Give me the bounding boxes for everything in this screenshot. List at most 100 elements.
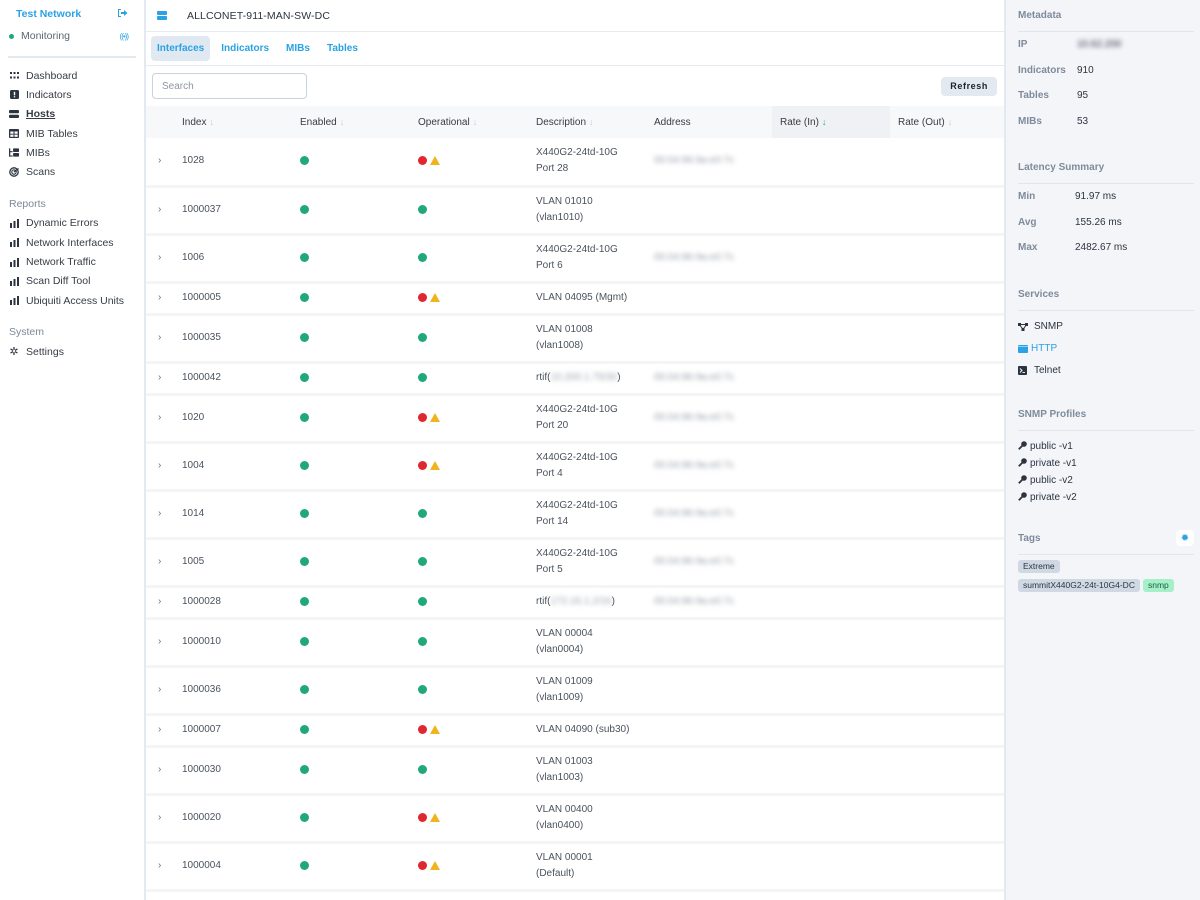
search-input[interactable] (152, 73, 307, 99)
operational-status-up-icon (418, 252, 427, 262)
table-row[interactable]: › 1000007 VLAN 04090 (sub30) (146, 714, 1004, 746)
expand-row-button[interactable]: › (146, 714, 182, 746)
expand-row-button[interactable]: › (146, 538, 182, 586)
host-header: ALLCONET-911-MAN-SW-DC (146, 0, 1004, 32)
sidebar-divider (8, 56, 136, 58)
cell-address: 00:04:96:9a:e0:7c (654, 538, 772, 586)
cell-description: VLAN 04090 (sub30) (536, 714, 654, 746)
expand-row-button[interactable]: › (146, 666, 182, 714)
service-telnet[interactable]: Telnet (1018, 360, 1194, 382)
description-text: X440G2-24td-10G Port 14 (536, 500, 618, 527)
sidebar-item-settings[interactable]: ✲ Settings (0, 342, 144, 361)
logout-icon[interactable] (117, 8, 128, 21)
table-row[interactable]: › 1020 X440G2-24td-10G Port 20 00:04:96:9a:… (146, 394, 1004, 442)
tag-snmp[interactable]: snmp (1142, 578, 1174, 592)
ip-value-redacted: 10.62.200 (1077, 39, 1122, 51)
expand-row-button[interactable]: › (146, 138, 182, 186)
tab-indicators[interactable]: Indicators (215, 36, 275, 61)
column-header-rate-out[interactable]: Rate (Out) ↓ (890, 106, 1004, 138)
table-row[interactable]: › 1014 X440G2-24td-10G Port 14 00:04:96:9a:… (146, 490, 1004, 538)
cell-description: VLAN 01009 (vlan1009) (536, 666, 654, 714)
enabled-status-up-icon (300, 556, 309, 566)
interfaces-table: Index ↓ Enabled ↓ Operational ↓ Description… (146, 106, 1004, 892)
table-row[interactable]: › 1000010 VLAN 00004 (vlan0004) (146, 618, 1004, 666)
sidebar-item-network-interfaces[interactable]: Network Interfaces (0, 233, 144, 252)
table-row[interactable]: › 1006 X440G2-24td-10G Port 6 00:04:96:9a:e… (146, 234, 1004, 282)
operational-status-down-icon (418, 724, 427, 734)
column-header-rate-in[interactable]: Rate (In) ↓ (772, 106, 890, 138)
column-header-index[interactable]: Index ↓ (182, 106, 300, 138)
column-header-operational[interactable]: Operational ↓ (418, 106, 536, 138)
service-snmp[interactable]: SNMP (1018, 316, 1194, 338)
chevron-right-icon: › (158, 596, 162, 607)
table-row[interactable]: › 1000005 VLAN 04095 (Mgmt) (146, 282, 1004, 314)
expand-row-button[interactable]: › (146, 186, 182, 234)
chevron-right-icon: › (158, 764, 162, 775)
expand-row-button[interactable]: › (146, 282, 182, 314)
table-row[interactable]: › 1000037 VLAN 01010 (vlan1010) (146, 186, 1004, 234)
table-row[interactable]: › 1000030 VLAN 01003 (vlan1003) (146, 746, 1004, 794)
expand-row-button[interactable]: › (146, 234, 182, 282)
cell-rate-out (890, 714, 1004, 746)
cell-rate-in (772, 394, 890, 442)
table-row[interactable]: › 1000020 VLAN 00400 (vlan0400) (146, 794, 1004, 842)
tab-interfaces[interactable]: Interfaces (151, 36, 211, 61)
enabled-status-up-icon (300, 860, 309, 870)
expand-row-button[interactable]: › (146, 490, 182, 538)
column-header-description[interactable]: Description ↓ (536, 106, 654, 138)
expand-row-button[interactable]: › (146, 586, 182, 618)
table-row[interactable]: › 1000036 VLAN 01009 (vlan1009) (146, 666, 1004, 714)
expand-row-button[interactable]: › (146, 618, 182, 666)
tag-model[interactable]: summitX440G2-24t-10G4-DC (1018, 578, 1140, 592)
sidebar-item-network-traffic[interactable]: Network Traffic (0, 252, 144, 271)
expand-row-button[interactable]: › (146, 746, 182, 794)
cell-rate-out (890, 618, 1004, 666)
cell-rate-in (772, 362, 890, 394)
sidebar-item-hosts[interactable]: Hosts (0, 105, 144, 124)
tags-heading: Tags (1018, 532, 1041, 544)
cell-address (654, 746, 772, 794)
sidebar-item-dashboard[interactable]: Dashboard (0, 66, 144, 85)
address-redacted: 00:04:96:9a:e0:7c (654, 372, 735, 383)
description-text: VLAN 00400 (vlan0400) (536, 804, 593, 831)
service-http-link[interactable]: HTTP (1018, 338, 1194, 360)
cell-index: 1005 (182, 556, 205, 567)
tag-extreme[interactable]: Extreme (1018, 559, 1060, 573)
tab-tables[interactable]: Tables (321, 36, 364, 61)
server-icon (157, 11, 167, 20)
expand-row-button[interactable]: › (146, 442, 182, 490)
sidebar-item-ubiquiti-access-units[interactable]: Ubiquiti Access Units (0, 291, 144, 310)
sidebar-item-mib-tables[interactable]: MIB Tables (0, 124, 144, 143)
table-row[interactable]: › 1004 X440G2-24td-10G Port 4 00:04:96:9a:e… (146, 442, 1004, 490)
sidebar-item-mibs[interactable]: MIBs (0, 143, 144, 162)
expand-row-button[interactable]: › (146, 314, 182, 362)
cell-address (654, 714, 772, 746)
column-header-enabled[interactable]: Enabled ↓ (300, 106, 418, 138)
chevron-right-icon: › (158, 812, 162, 823)
table-row[interactable]: › 1000028 rtif(172.16.1.2/16) 00:04:96:9a:e… (146, 586, 1004, 618)
expand-row-button[interactable]: › (146, 794, 182, 842)
broadcast-icon[interactable]: ((•)) (120, 32, 130, 41)
cell-index: 1000020 (182, 812, 221, 823)
refresh-button[interactable]: Refresh (941, 76, 997, 96)
sidebar-item-dynamic-errors[interactable]: Dynamic Errors (0, 214, 144, 233)
table-row[interactable]: › 1000042 rtif(10.200.1.75/30) 00:04:96:9a:… (146, 362, 1004, 394)
address-redacted: 00:04:96:9a:e0:7c (654, 508, 735, 519)
network-title[interactable]: Test Network (16, 8, 81, 20)
sidebar-item-scan-diff-tool[interactable]: Scan Diff Tool (0, 272, 144, 291)
sidebar-item-scans[interactable]: Scans (0, 162, 144, 181)
cell-rate-out (890, 586, 1004, 618)
expand-row-button[interactable]: › (146, 394, 182, 442)
table-row[interactable]: › 1028 X440G2-24td-10G Port 28 00:04:96:9a:… (146, 138, 1004, 186)
expand-row-button[interactable]: › (146, 362, 182, 394)
table-row[interactable]: › 1000035 VLAN 01008 (vlan1008) (146, 314, 1004, 362)
warning-icon (430, 860, 440, 870)
edit-tags-gear-button[interactable]: ✹ (1176, 530, 1194, 546)
tab-mibs[interactable]: MIBs (280, 36, 316, 61)
table-row[interactable]: › 1005 X440G2-24td-10G Port 5 00:04:96:9a:e… (146, 538, 1004, 586)
table-row[interactable]: › 1000004 VLAN 00001 (Default) (146, 842, 1004, 890)
sidebar-item-indicators[interactable]: Indicators (0, 85, 144, 104)
description-text: X440G2-24td-10G Port 28 (536, 147, 618, 175)
cell-rate-out (890, 362, 1004, 394)
expand-row-button[interactable]: › (146, 842, 182, 890)
